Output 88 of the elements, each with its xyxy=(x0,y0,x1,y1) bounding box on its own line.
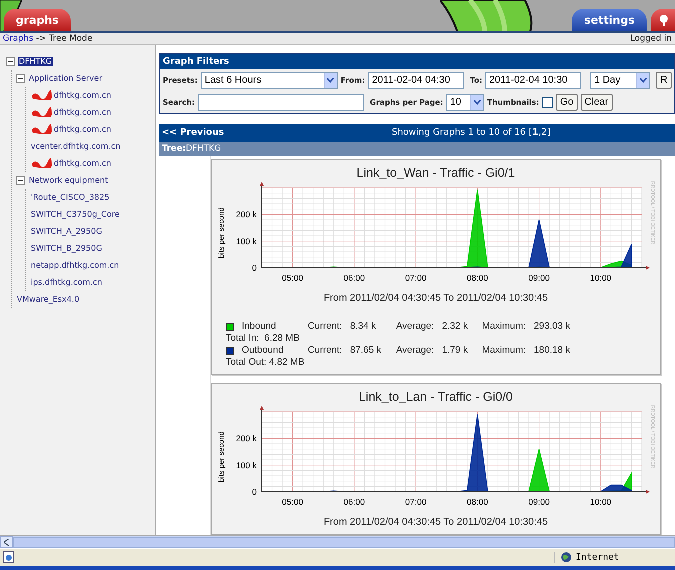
legend-value: 8.34 k xyxy=(350,321,378,332)
tree-item[interactable]: ips.dfhtkg.com.cn xyxy=(30,278,104,287)
graph-range: From 2011/02/04 04:30:45 To 2011/02/04 10:30:45 xyxy=(322,293,550,304)
redaction-scribble xyxy=(31,90,53,102)
refresh-button[interactable]: R xyxy=(656,72,672,88)
tree-item[interactable]: netapp.dfhtkg.com.cn xyxy=(30,261,120,270)
x-tick-label: 09:00 xyxy=(528,273,550,283)
breadcrumb-text: -> Tree Mode xyxy=(36,34,93,44)
tree-item[interactable]: dfhtkg.com.cn xyxy=(30,158,112,170)
y-tick-label: 100 k xyxy=(236,460,257,470)
legend-value: 1.79 k xyxy=(442,345,470,356)
legend-value: 293.03 k xyxy=(534,321,570,332)
legend-label: Current: xyxy=(308,321,342,332)
previous-link[interactable]: << Previous xyxy=(162,128,392,138)
tree-item[interactable]: vcenter.dfhtkg.com.cn xyxy=(30,142,122,151)
legend-name: Inbound xyxy=(242,321,278,332)
per-page-select[interactable]: 10 xyxy=(446,94,484,110)
dropdown-caret-icon xyxy=(636,72,650,88)
tree-item[interactable]: dfhtkg.com.cn xyxy=(30,124,112,136)
y-tick-label: 200 k xyxy=(236,210,257,220)
legend-label: Current: xyxy=(308,345,342,356)
filters-title: Graph Filters xyxy=(160,54,674,69)
login-status: Logged in xyxy=(630,34,672,44)
horizontal-scrollbar[interactable] xyxy=(0,535,675,548)
legend-label: Maximum: xyxy=(482,321,526,332)
legend-total: Total Out: 4.82 MB xyxy=(226,357,306,368)
redaction-scribble xyxy=(31,158,53,170)
y-tick-label: 0 xyxy=(252,487,257,497)
x-tick-label: 08:00 xyxy=(467,497,488,507)
graph-range: From 2011/02/04 04:30:45 To 2011/02/04 10:30:45 xyxy=(322,517,550,528)
x-tick-label: 07:00 xyxy=(405,497,427,507)
legend-value: 87.65 k xyxy=(350,345,382,356)
x-tick-label: 10:00 xyxy=(590,273,612,283)
tree-view-tab[interactable] xyxy=(651,9,675,31)
x-tick-label: 05:00 xyxy=(282,273,304,283)
legend-label: Average: xyxy=(396,345,434,356)
dropdown-caret-icon xyxy=(324,72,337,88)
expand-icon[interactable] xyxy=(16,176,25,185)
graph-title: Link_to_Wan - Traffic - Gi0/1 xyxy=(356,166,516,180)
nav-tab[interactable]: settings xyxy=(572,9,647,31)
scroll-left-icon[interactable] xyxy=(0,536,13,548)
x-tick-label: 06:00 xyxy=(344,497,366,507)
preset-select[interactable]: Last 6 Hours xyxy=(200,72,338,88)
x-tick-label: 06:00 xyxy=(344,273,366,283)
tree-item[interactable]: SWITCH_B_2950G xyxy=(30,244,104,253)
clear-button[interactable]: Clear xyxy=(580,94,613,110)
graph-title: Link_to_Lan - Traffic - Gi0/0 xyxy=(358,390,514,404)
span-select[interactable]: 1 Day xyxy=(590,72,650,88)
y-tick-label: 200 k xyxy=(236,434,257,444)
x-tick-label: 09:00 xyxy=(528,497,550,507)
expand-icon[interactable] xyxy=(16,74,25,83)
security-zone: Internet xyxy=(576,552,620,562)
tree-item[interactable]: SWITCH_C3750g_Core xyxy=(30,210,121,219)
legend-total: Total In: 6.28 MB xyxy=(226,333,301,344)
to-field[interactable]: 2011-02-04 10:30 xyxy=(485,72,582,88)
legend-label: Maximum: xyxy=(482,345,526,356)
legend-label: Average: xyxy=(396,321,434,332)
tree-item[interactable]: SWITCH_A_2950G xyxy=(30,227,104,236)
x-tick-label: 10:00 xyxy=(590,497,612,507)
search-field[interactable] xyxy=(198,94,364,110)
legend-name: Outbound xyxy=(242,345,285,356)
legend-value: 2.32 k xyxy=(442,321,470,332)
redaction-scribble xyxy=(31,106,53,118)
tree-item[interactable]: dfhtkg.com.cn xyxy=(30,90,112,102)
tree-item[interactable]: dfhtkg.com.cn xyxy=(30,106,112,118)
y-tick-label: 100 k xyxy=(236,236,257,246)
x-tick-label: 07:00 xyxy=(405,273,427,283)
scroll-thumb[interactable] xyxy=(13,536,675,548)
page-info: Showing Graphs 1 to 10 of 16 [1,2] xyxy=(392,128,551,138)
expand-icon[interactable] xyxy=(6,57,15,66)
breadcrumb-link[interactable]: Graphs xyxy=(3,34,34,44)
tree-path: Tree:DFHTKG xyxy=(162,144,222,154)
globe-icon xyxy=(561,552,572,563)
tree-item[interactable]: DFHTKG xyxy=(18,57,54,66)
y-tick-label: 0 xyxy=(252,263,257,273)
tree-item[interactable]: Network equipment xyxy=(28,176,110,185)
x-tick-label: 05:00 xyxy=(282,497,304,507)
tree-item[interactable]: VMware_Esx4.0 xyxy=(16,295,81,304)
x-tick-label: 08:00 xyxy=(467,273,488,283)
from-field[interactable]: 2011-02-04 04:30 xyxy=(368,72,464,88)
dropdown-caret-icon xyxy=(470,94,484,110)
tree-item[interactable]: Application Server xyxy=(28,74,104,83)
redaction-scribble xyxy=(31,124,53,136)
go-button[interactable]: Go xyxy=(556,94,578,110)
legend-value: 180.18 k xyxy=(534,345,570,356)
thumbnails-checkbox[interactable] xyxy=(542,96,554,108)
tree-item[interactable]: 'Route_CISCO_3825 xyxy=(30,193,111,202)
nav-tab[interactable]: graphs xyxy=(4,9,71,31)
